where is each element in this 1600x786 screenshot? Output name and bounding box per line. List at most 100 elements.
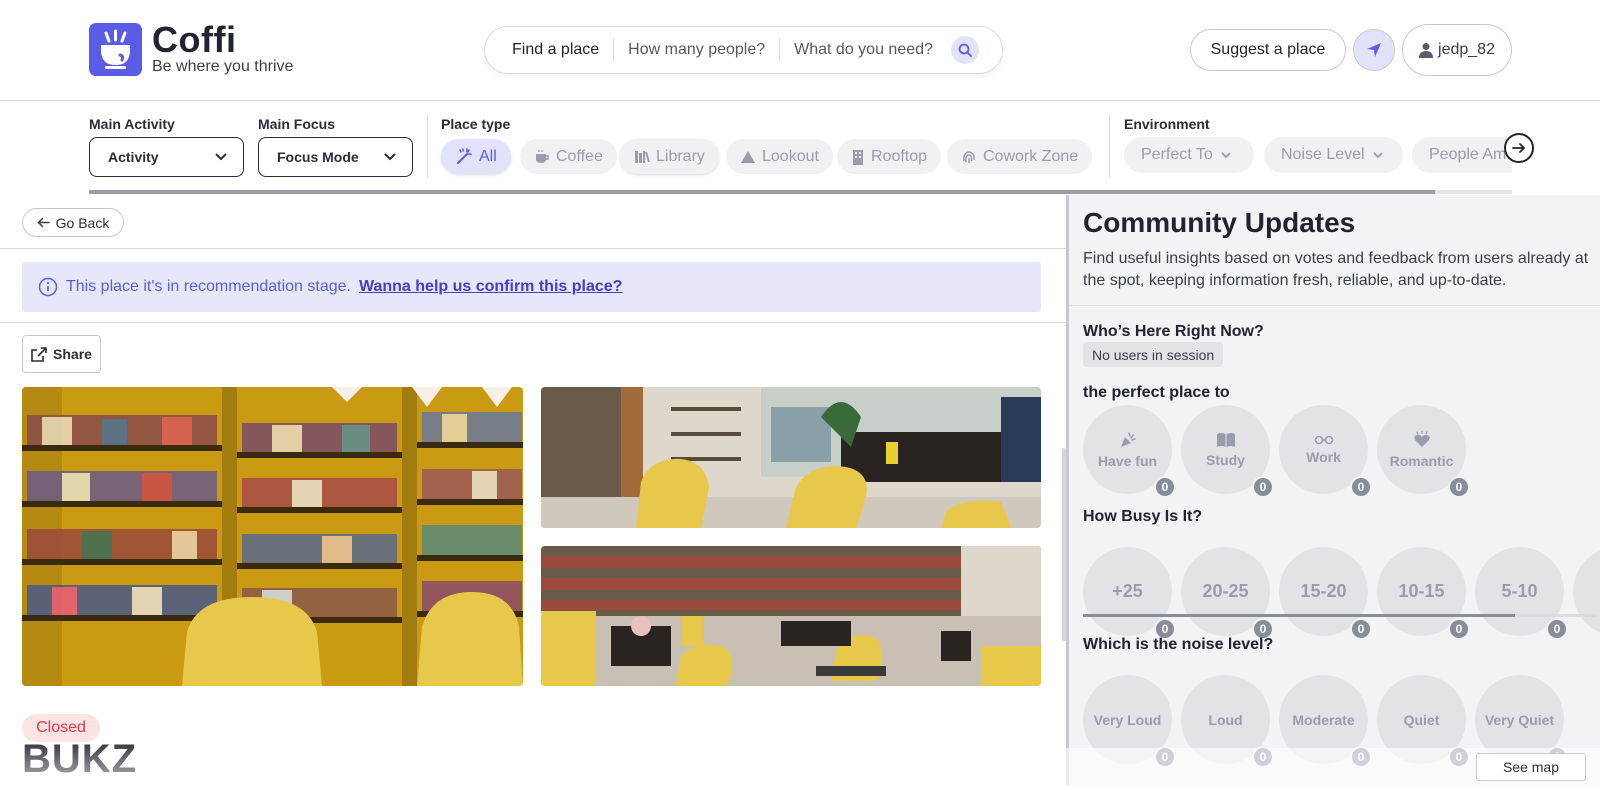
fingerprint-icon [963, 150, 975, 163]
chip-label: All [479, 147, 497, 165]
bubble-label: 15-20 [1300, 581, 1347, 601]
navigation-arrow-icon [1367, 43, 1381, 57]
magic-wand-icon [457, 147, 472, 164]
bubble-label: Have fun [1097, 452, 1158, 469]
party-popper-icon [1120, 431, 1136, 447]
bubble-label: Moderate [1292, 711, 1355, 728]
vote-count: 0 [1448, 618, 1470, 640]
place-photo-secondary[interactable] [541, 387, 1041, 528]
vote-count: 0 [1252, 476, 1274, 498]
see-map-button[interactable]: See map [1476, 753, 1586, 781]
bubble-label: 5-10 [1501, 581, 1538, 601]
building-icon [853, 149, 863, 165]
place-type-cowork[interactable]: Cowork Zone [947, 139, 1093, 174]
bubble-label: 20-25 [1202, 581, 1249, 601]
place-type-library[interactable]: Library [620, 139, 719, 174]
perfect-place-heading: the perfect place to [1083, 384, 1230, 401]
user-menu-button[interactable]: jedp_82 [1402, 24, 1512, 76]
bottom-fade [0, 736, 1066, 786]
find-place-field[interactable]: Find a place [485, 41, 613, 59]
busy-option[interactable]: 15-20 0 [1279, 547, 1372, 640]
share-button[interactable]: Share [22, 335, 101, 373]
place-type-coffee[interactable]: Coffee [520, 139, 617, 174]
noise-level-dropdown[interactable]: Noise Level [1264, 137, 1403, 173]
go-back-label: Go Back [55, 214, 110, 231]
book-icon [1216, 432, 1235, 447]
users-in-session-badge: No users in session [1083, 342, 1224, 367]
vote-have-fun[interactable]: Have fun 0 [1083, 405, 1176, 498]
scroll-right-button[interactable] [1504, 133, 1534, 163]
divider [1069, 305, 1600, 306]
place-detail-panel: Go Back This place it's in recommendatio… [0, 195, 1066, 786]
search-button[interactable] [950, 36, 979, 64]
busy-option[interactable]: 10-15 0 [1377, 547, 1470, 640]
app-header: Coffi Be where you thrive Find a place H… [0, 0, 1600, 101]
info-icon [38, 277, 58, 297]
dropdown-label: Noise Level [1281, 146, 1365, 163]
mountain-icon [741, 150, 755, 163]
place-type-all[interactable]: All [441, 139, 511, 174]
arrow-left-icon [37, 217, 50, 228]
busy-option[interactable]: 20-25 0 [1181, 547, 1274, 640]
go-back-button[interactable]: Go Back [22, 208, 124, 237]
noise-level-heading: Which is the noise level? [1083, 636, 1274, 653]
bubble-label: Very Loud [1093, 711, 1162, 728]
vote-work[interactable]: Work 0 [1279, 405, 1372, 498]
chip-label: Rooftop [871, 147, 928, 165]
place-type-rooftop[interactable]: Rooftop [837, 139, 942, 174]
chevron-down-icon [215, 153, 227, 161]
location-button[interactable] [1353, 29, 1395, 71]
library-icon [635, 150, 650, 163]
chevron-down-icon [1372, 151, 1383, 158]
chevron-down-icon [1221, 151, 1231, 158]
panel-description: Find useful insights based on votes and … [1083, 250, 1589, 289]
chevron-down-icon [384, 153, 396, 161]
needs-field[interactable]: What do you need? [780, 41, 947, 59]
place-photo-tertiary[interactable] [541, 546, 1041, 686]
glasses-icon [1314, 435, 1333, 444]
busy-option[interactable]: 5-10 0 [1475, 547, 1568, 640]
vote-count: 0 [1350, 476, 1372, 498]
suggest-place-button[interactable]: Suggest a place [1190, 29, 1346, 71]
place-type-lookout[interactable]: Lookout [726, 139, 833, 174]
vote-count: 0 [1448, 476, 1470, 498]
bubble-label: Quiet [1403, 711, 1440, 728]
main-activity-value: Activity [108, 149, 159, 165]
confirm-place-link[interactable]: Wanna help us confirm this place? [359, 278, 622, 296]
vote-count: 0 [1350, 618, 1372, 640]
main-focus-select[interactable]: Focus Mode [258, 137, 413, 177]
brand-name[interactable]: Coffi [152, 20, 236, 60]
busy-scrollbar-thumb[interactable] [1083, 614, 1515, 617]
bubble-label: Very Quiet [1484, 711, 1555, 728]
vote-romantic[interactable]: Romantic 0 [1377, 405, 1470, 498]
recommendation-banner: This place it's in recommendation stage.… [22, 262, 1041, 312]
whos-here-heading: Who’s Here Right Now? [1083, 323, 1264, 340]
main-activity-label: Main Activity [89, 116, 175, 132]
chip-label: Coffee [556, 147, 603, 165]
busy-option-partial[interactable] [1573, 547, 1600, 636]
community-updates-panel: Community Updates Find useful insights b… [1066, 195, 1600, 786]
main-focus-label: Main Focus [258, 116, 336, 132]
user-icon [1419, 43, 1434, 58]
people-count-field[interactable]: How many people? [614, 41, 779, 59]
bubble-label: +25 [1112, 581, 1143, 601]
bubble-label: Study [1206, 451, 1245, 468]
place-photo-main[interactable] [22, 387, 523, 686]
main-focus-value: Focus Mode [277, 149, 359, 165]
vote-study[interactable]: Study 0 [1181, 405, 1274, 498]
divider [1109, 114, 1110, 178]
how-busy-heading: How Busy Is It? [1083, 508, 1203, 525]
divider [0, 248, 1066, 249]
banner-text: This place it's in recommendation stage. [66, 278, 351, 295]
perfect-to-dropdown[interactable]: Perfect To [1124, 137, 1254, 173]
bubble-label: Work [1306, 448, 1341, 465]
filter-scrollbar-thumb[interactable] [89, 190, 1435, 194]
main-activity-select[interactable]: Activity [89, 137, 244, 177]
coffi-logo-icon[interactable] [89, 23, 142, 76]
busy-option[interactable]: +25 0 [1083, 547, 1176, 640]
chip-label: Cowork Zone [983, 147, 1079, 165]
environment-label: Environment [1124, 116, 1210, 132]
bubble-label: Loud [1208, 711, 1243, 728]
people-amount-dropdown[interactable]: People Am [1412, 137, 1512, 173]
search-bar[interactable]: Find a place How many people? What do yo… [484, 26, 1003, 74]
